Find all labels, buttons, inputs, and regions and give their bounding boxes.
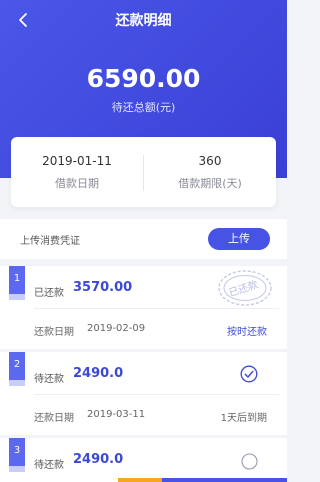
loan-term-block: 360 借款期限(天): [144, 137, 276, 207]
installment-item-1[interactable]: 1 已还款 3570.00 已还款 还款日期 2019-02-09 按时还款: [0, 266, 287, 349]
total-amount-label: 待还总额(元): [111, 101, 176, 114]
page-title: 还款明细: [115, 13, 172, 29]
divider: [34, 308, 279, 309]
loan-info-card: 2019-01-11 借款日期 360 借款期限(天): [11, 137, 276, 207]
due-countdown: 1天后到期: [220, 413, 267, 424]
loan-date-value: 2019-01-11: [42, 154, 112, 168]
due-date-label: 还款日期: [34, 327, 74, 338]
installment-amount: 2490.0: [73, 452, 124, 467]
installment-amount: 2490.0: [73, 366, 124, 381]
badge-tail: [9, 294, 25, 300]
bottom-action-accent[interactable]: [118, 478, 162, 482]
installment-index-badge: 3: [9, 438, 25, 466]
total-amount: 6590.00: [86, 64, 201, 93]
due-date-value: 2019-02-09: [87, 323, 146, 334]
installment-status: 已还款: [34, 288, 64, 299]
loan-date-block: 2019-01-11 借款日期: [11, 137, 143, 207]
installment-status: 待还款: [34, 460, 64, 471]
badge-tail: [9, 380, 25, 386]
upload-voucher-label: 上传消费凭证: [20, 236, 80, 247]
installment-index-badge: 2: [9, 352, 25, 380]
installment-item-3[interactable]: 3 待还款 2490.0: [0, 438, 287, 482]
divider: [34, 394, 279, 395]
installment-index-badge: 1: [9, 266, 25, 294]
installment-status: 待还款: [34, 374, 64, 385]
unchecked-circle-icon[interactable]: [241, 453, 258, 470]
due-date-value: 2019-03-11: [87, 409, 146, 420]
loan-term-value: 360: [198, 154, 222, 168]
upload-voucher-row: 上传消费凭证 上传: [0, 219, 287, 259]
badge-tail: [9, 466, 25, 472]
payment-timeliness: 按时还款: [227, 327, 267, 338]
due-date-label: 还款日期: [34, 413, 74, 424]
check-circle-icon[interactable]: [240, 365, 258, 383]
installment-item-2[interactable]: 2 待还款 2490.0 还款日期 2019-03-11 1天后到期: [0, 352, 287, 435]
installment-amount: 3570.00: [73, 280, 133, 295]
upload-button[interactable]: 上传: [208, 228, 270, 250]
paid-stamp-icon: 已还款: [216, 268, 274, 308]
loan-term-label: 借款期限(天): [178, 177, 242, 190]
loan-date-label: 借款日期: [55, 177, 99, 190]
